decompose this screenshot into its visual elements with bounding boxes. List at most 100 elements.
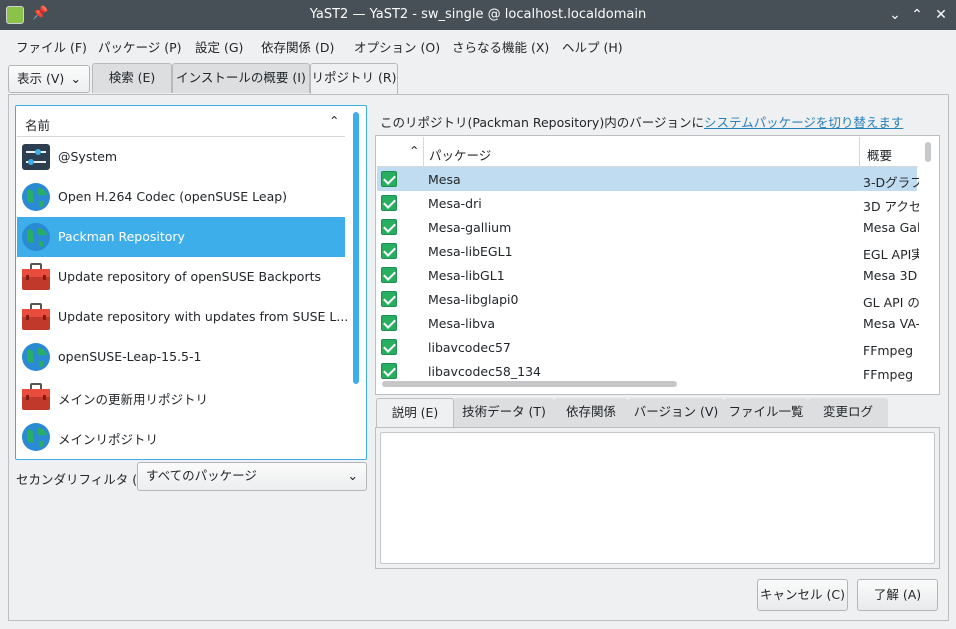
switch-system-packages-link[interactable]: システムパッケージを切り替えます bbox=[704, 115, 903, 130]
repo-list-item[interactable]: メインの更新用リポジトリ bbox=[17, 377, 345, 417]
tab-search-label: 検索 (E) bbox=[108, 70, 156, 85]
view-combo-label: 表示 (V) bbox=[17, 71, 65, 86]
menu-bar: ファイル (F) パッケージ (P) 設定 (G) 依存関係 (D) オプション… bbox=[0, 30, 956, 58]
globe-icon bbox=[21, 182, 51, 212]
tab-repositories-label: リポジトリ (R) bbox=[311, 70, 397, 85]
switch-notice-text: このリポジトリ(Packman Repository)内のバージョンに bbox=[380, 115, 704, 130]
secondary-filter-value: すべてのパッケージ bbox=[146, 468, 257, 483]
menu-package[interactable]: パッケージ (P) bbox=[98, 37, 182, 56]
package-row[interactable]: Mesa-libEGL1 EGL API実 bbox=[377, 239, 919, 263]
repo-list-item-label: メインの更新用リポジトリ bbox=[58, 392, 209, 407]
repo-list-header[interactable]: 名前 ⌃ bbox=[17, 107, 345, 137]
repo-list-item[interactable]: Update repository of openSUSE Backports bbox=[17, 257, 345, 297]
tab-changelog[interactable]: 変更ログ bbox=[808, 398, 888, 428]
description-text-area[interactable] bbox=[380, 432, 935, 564]
ok-button-label: 了解 (A) bbox=[873, 587, 922, 602]
tab-versions[interactable]: バージョン (V) bbox=[628, 398, 724, 428]
cancel-button[interactable]: キャンセル (C) bbox=[757, 579, 848, 611]
repo-list-scrollbar[interactable] bbox=[353, 112, 359, 384]
column-divider bbox=[423, 137, 424, 167]
tab-technical-data[interactable]: 技術データ (T) bbox=[454, 398, 554, 428]
menu-extras[interactable]: さらなる機能 (X) bbox=[452, 37, 549, 56]
repo-list-item[interactable]: Packman Repository bbox=[17, 217, 345, 257]
tab-technical-data-label: 技術データ (T) bbox=[462, 404, 546, 419]
close-icon[interactable]: ✕ bbox=[930, 4, 952, 26]
chevron-down-icon: ⌄ bbox=[347, 468, 358, 483]
tab-description[interactable]: 説明 (E) bbox=[376, 398, 454, 428]
package-row[interactable]: Mesa-libglapi0 GL API の bbox=[377, 287, 919, 311]
secondary-filter-combo[interactable]: すべてのパッケージ ⌄ bbox=[137, 462, 367, 491]
menu-file[interactable]: ファイル (F) bbox=[16, 37, 87, 56]
installed-checkbox[interactable] bbox=[381, 195, 397, 211]
package-summary: FFmpeg コ bbox=[863, 367, 919, 382]
package-name: Mesa-dri bbox=[428, 196, 482, 211]
secondary-filter-label: セカンダリフィルタ (S): bbox=[16, 472, 155, 487]
column-header-summary[interactable]: 概要 bbox=[867, 145, 892, 164]
menu-dependencies[interactable]: 依存関係 (D) bbox=[261, 37, 334, 56]
package-table-hscrollbar[interactable] bbox=[382, 381, 677, 387]
repo-list-item-label: Update repository of openSUSE Backports bbox=[58, 269, 322, 284]
sort-ascending-icon[interactable]: ⌃ bbox=[409, 143, 419, 158]
package-summary: FFmpeg コ bbox=[863, 343, 919, 358]
tab-changelog-label: 変更ログ bbox=[822, 404, 873, 419]
package-summary: Mesa 3D bbox=[863, 268, 918, 283]
title-bar: 📌 YaST2 — YaST2 - sw_single @ localhost.… bbox=[0, 0, 956, 30]
package-row[interactable]: libavcodec58_134 FFmpeg コ bbox=[377, 359, 919, 383]
installed-checkbox[interactable] bbox=[381, 315, 397, 331]
globe-icon bbox=[21, 222, 51, 252]
menu-settings[interactable]: 設定 (G) bbox=[195, 37, 243, 56]
package-row[interactable]: Mesa-libGL1 Mesa 3D bbox=[377, 263, 917, 287]
globe-icon bbox=[21, 342, 51, 372]
view-combo[interactable]: 表示 (V) ⌄ bbox=[8, 65, 90, 93]
installed-checkbox[interactable] bbox=[381, 363, 397, 379]
package-name: Mesa-libva bbox=[428, 316, 496, 331]
package-name: libavcodec58_134 bbox=[428, 364, 541, 379]
repo-list[interactable]: 名前 ⌃ @System Open H.264 Codec (openSUSE L… bbox=[15, 105, 367, 460]
package-summary: Mesa Gal bbox=[863, 220, 919, 235]
tab-search[interactable]: 検索 (E) bbox=[92, 63, 172, 93]
installed-checkbox[interactable] bbox=[381, 243, 397, 259]
package-table[interactable]: ⌃ パッケージ 概要 Mesa 3-Dグラフ Mesa-dri 3D アクセ Mesa-… bbox=[375, 135, 940, 395]
tab-versions-label: バージョン (V) bbox=[633, 404, 719, 419]
menu-options[interactable]: オプション (O) bbox=[354, 37, 440, 56]
package-row[interactable]: Mesa-libva Mesa VA- bbox=[377, 311, 919, 335]
maximize-icon[interactable]: ⌃ bbox=[906, 4, 928, 26]
package-summary: GL API の bbox=[863, 295, 919, 310]
tab-repositories[interactable]: リポジトリ (R) bbox=[310, 63, 398, 95]
menu-help[interactable]: ヘルプ (H) bbox=[562, 37, 623, 56]
repo-list-item[interactable]: メインリポジトリ bbox=[17, 417, 345, 457]
tab-file-list-label: ファイル一覧 bbox=[728, 404, 804, 419]
package-table-vscrollbar[interactable] bbox=[925, 142, 931, 162]
repo-list-item-label: @System bbox=[58, 149, 118, 164]
tab-dependencies[interactable]: 依存関係 bbox=[554, 398, 628, 428]
sort-ascending-icon: ⌃ bbox=[329, 113, 340, 128]
repo-list-item[interactable]: Update repository with updates from SUSE… bbox=[17, 297, 348, 337]
switch-notice: このリポジトリ(Packman Repository)内のバージョンにシステムパ… bbox=[380, 112, 903, 131]
cancel-button-label: キャンセル (C) bbox=[760, 587, 845, 602]
package-summary: 3-Dグラフ bbox=[863, 175, 919, 190]
repo-list-item[interactable]: @System bbox=[17, 137, 345, 177]
package-summary: EGL API実 bbox=[863, 247, 919, 262]
package-name: Mesa-gallium bbox=[428, 220, 512, 235]
column-header-package[interactable]: パッケージ bbox=[429, 145, 491, 164]
repo-list-item[interactable]: Open H.264 Codec (openSUSE Leap) bbox=[17, 177, 345, 217]
ok-button[interactable]: 了解 (A) bbox=[857, 579, 938, 611]
installed-checkbox[interactable] bbox=[381, 219, 397, 235]
chevron-down-icon[interactable]: ⌄ bbox=[884, 4, 906, 26]
package-row[interactable]: Mesa 3-Dグラフ bbox=[377, 167, 919, 191]
system-settings-icon bbox=[21, 142, 51, 172]
package-row[interactable]: Mesa-gallium Mesa Gal bbox=[377, 215, 919, 239]
repo-list-item[interactable]: openSUSE-Leap-15.5-1 bbox=[17, 337, 345, 377]
tab-file-list[interactable]: ファイル一覧 bbox=[724, 398, 808, 428]
detail-frame bbox=[375, 427, 940, 569]
package-summary: 3D アクセ bbox=[863, 199, 919, 214]
package-name: Mesa bbox=[428, 172, 461, 187]
installed-checkbox[interactable] bbox=[381, 267, 397, 283]
package-name: Mesa-libEGL1 bbox=[428, 244, 513, 259]
installed-checkbox[interactable] bbox=[381, 171, 397, 187]
package-row[interactable]: Mesa-dri 3D アクセ bbox=[377, 191, 919, 215]
installed-checkbox[interactable] bbox=[381, 339, 397, 355]
installed-checkbox[interactable] bbox=[381, 291, 397, 307]
package-row[interactable]: libavcodec57 FFmpeg コ bbox=[377, 335, 919, 359]
tab-install-summary[interactable]: インストールの概要 (I) bbox=[172, 63, 310, 93]
